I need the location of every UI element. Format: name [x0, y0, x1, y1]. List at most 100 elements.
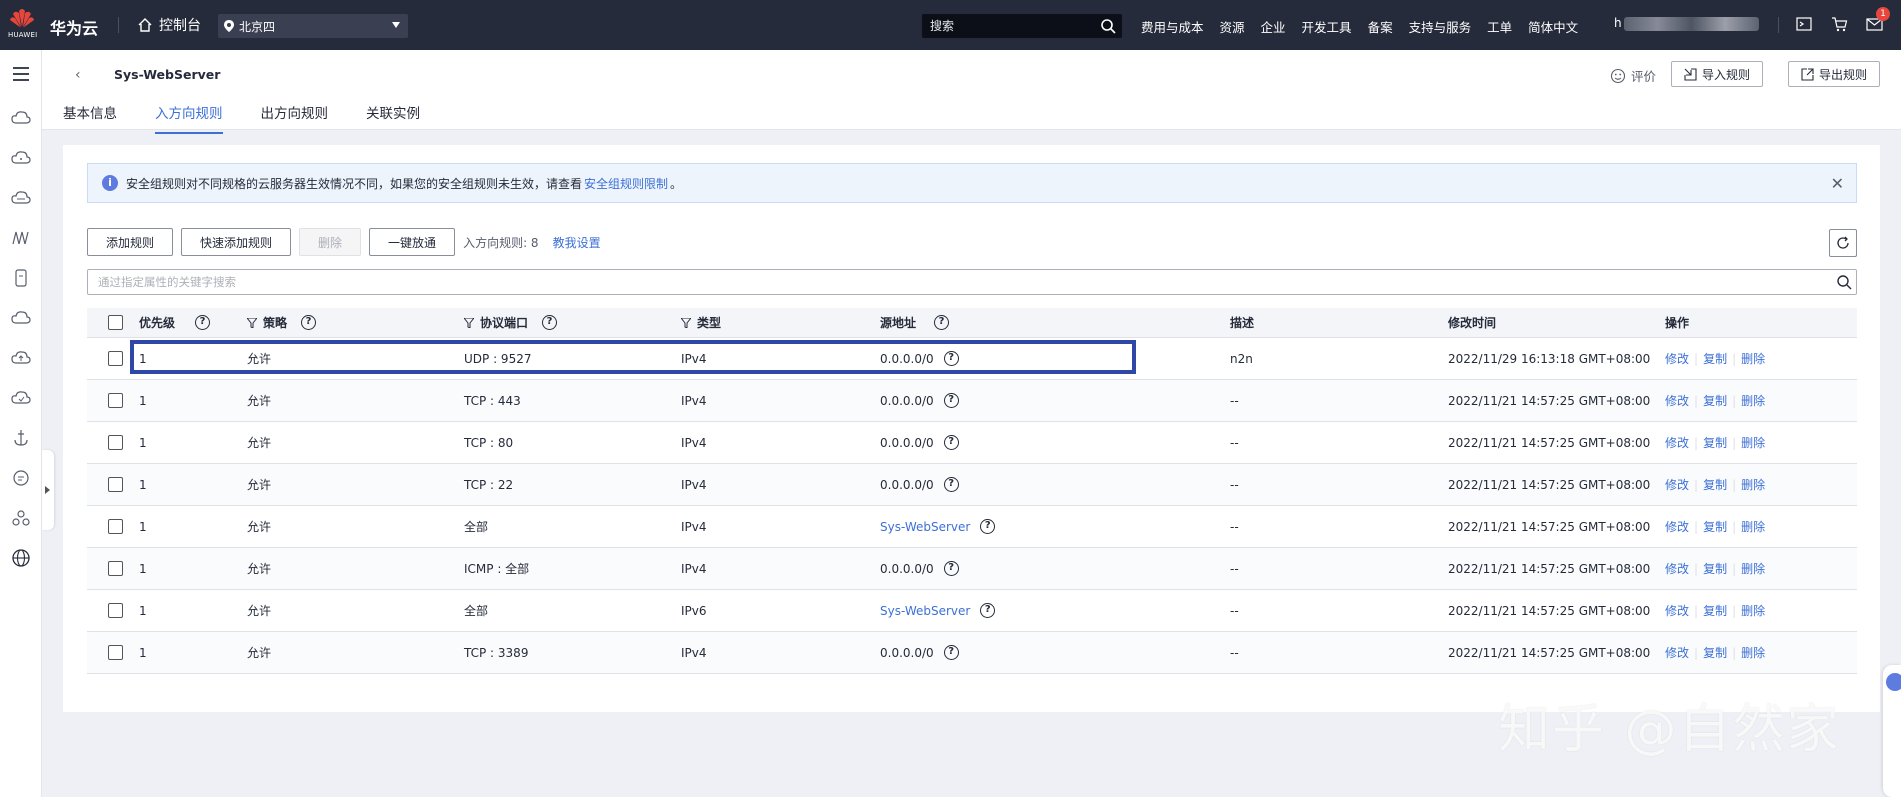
- sidebar-expand-toggle[interactable]: [42, 450, 54, 530]
- help-icon[interactable]: ?: [542, 315, 558, 330]
- filter-search-input[interactable]: 通过指定属性的关键字搜索: [87, 269, 1857, 295]
- tab-basic-info[interactable]: 基本信息: [63, 102, 117, 134]
- row-checkbox[interactable]: [108, 519, 123, 534]
- cart-icon[interactable]: [1831, 16, 1848, 32]
- add-rule-button[interactable]: 添加规则: [87, 228, 174, 256]
- anchor-icon[interactable]: [11, 428, 31, 448]
- nav-enterprise[interactable]: 企业: [1261, 17, 1286, 36]
- copy-link[interactable]: 复制: [1703, 602, 1727, 619]
- edit-link[interactable]: 修改: [1665, 602, 1689, 619]
- cloud-security-icon[interactable]: [11, 388, 31, 408]
- help-icon[interactable]: ?: [980, 603, 996, 618]
- chat-icon[interactable]: [11, 468, 31, 488]
- brand-name[interactable]: 华为云: [50, 15, 98, 39]
- cloud-compute-icon[interactable]: [11, 148, 31, 168]
- menu-icon[interactable]: [11, 64, 31, 84]
- search-icon[interactable]: [1100, 18, 1116, 34]
- help-icon[interactable]: ?: [195, 315, 211, 330]
- global-search-input[interactable]: 搜索: [922, 14, 1122, 38]
- edit-link[interactable]: 修改: [1665, 560, 1689, 577]
- delete-link[interactable]: 删除: [1741, 392, 1765, 409]
- row-checkbox[interactable]: [108, 603, 123, 618]
- globe-icon[interactable]: [11, 548, 31, 568]
- back-arrow-icon[interactable]: ‹: [75, 67, 81, 83]
- nav-filing[interactable]: 备案: [1368, 17, 1393, 36]
- rate-button[interactable]: 评价: [1610, 66, 1656, 85]
- notice-link[interactable]: 安全组规则限制: [584, 175, 668, 192]
- help-icon[interactable]: ?: [943, 561, 959, 576]
- help-icon[interactable]: ?: [943, 435, 959, 450]
- copy-link[interactable]: 复制: [1703, 518, 1727, 535]
- delete-button[interactable]: 删除: [299, 228, 362, 256]
- refresh-button[interactable]: [1829, 229, 1857, 257]
- export-rules-button[interactable]: 导出规则: [1788, 61, 1881, 87]
- copy-link[interactable]: 复制: [1703, 560, 1727, 577]
- help-link[interactable]: 教我设置: [553, 234, 601, 251]
- delete-link[interactable]: 删除: [1741, 350, 1765, 367]
- help-icon[interactable]: ?: [943, 477, 959, 492]
- delete-link[interactable]: 删除: [1741, 602, 1765, 619]
- copy-link[interactable]: 复制: [1703, 392, 1727, 409]
- nav-devtools[interactable]: 开发工具: [1302, 17, 1352, 36]
- user-initial[interactable]: h: [1614, 16, 1622, 30]
- tab-associated-instances[interactable]: 关联实例: [366, 102, 420, 134]
- cloud-storage-icon[interactable]: [11, 188, 31, 208]
- edit-link[interactable]: 修改: [1665, 476, 1689, 493]
- cluster-icon[interactable]: [11, 508, 31, 528]
- copy-link[interactable]: 复制: [1703, 434, 1727, 451]
- row-checkbox[interactable]: [108, 561, 123, 576]
- help-icon[interactable]: ?: [301, 315, 317, 330]
- edit-link[interactable]: 修改: [1665, 644, 1689, 661]
- tab-outbound-rules[interactable]: 出方向规则: [261, 102, 329, 134]
- row-checkbox[interactable]: [108, 435, 123, 450]
- console-link[interactable]: 控制台: [137, 15, 201, 35]
- cloud-server-icon[interactable]: [11, 108, 31, 128]
- copy-link[interactable]: 复制: [1703, 350, 1727, 367]
- row-checkbox[interactable]: [108, 645, 123, 660]
- quick-add-rule-button[interactable]: 快速添加规则: [181, 228, 292, 256]
- delete-link[interactable]: 删除: [1741, 476, 1765, 493]
- filter-icon[interactable]: [247, 317, 257, 328]
- assistant-icon[interactable]: [1886, 673, 1901, 691]
- edit-link[interactable]: 修改: [1665, 434, 1689, 451]
- delete-link[interactable]: 删除: [1741, 560, 1765, 577]
- nav-language[interactable]: 简体中文: [1528, 17, 1578, 36]
- edit-link[interactable]: 修改: [1665, 392, 1689, 409]
- edit-link[interactable]: 修改: [1665, 518, 1689, 535]
- nav-billing[interactable]: 费用与成本: [1141, 17, 1204, 36]
- help-icon[interactable]: ?: [943, 393, 959, 408]
- import-rules-button[interactable]: 导入规则: [1671, 61, 1764, 87]
- delete-link[interactable]: 删除: [1741, 518, 1765, 535]
- nav-support[interactable]: 支持与服务: [1409, 17, 1472, 36]
- region-selector[interactable]: 北京四: [218, 14, 408, 38]
- nav-resources[interactable]: 资源: [1220, 17, 1245, 36]
- help-icon[interactable]: ?: [943, 645, 959, 660]
- help-icon[interactable]: ?: [980, 519, 996, 534]
- cloud-icon[interactable]: [11, 308, 31, 328]
- row-checkbox[interactable]: [108, 351, 123, 366]
- allow-all-button[interactable]: 一键放通: [369, 228, 456, 256]
- filter-icon[interactable]: [681, 317, 691, 328]
- cell-source[interactable]: Sys-WebServer: [880, 604, 970, 618]
- terminal-icon[interactable]: [1796, 16, 1812, 32]
- copy-link[interactable]: 复制: [1703, 644, 1727, 661]
- delete-link[interactable]: 删除: [1741, 434, 1765, 451]
- cell-source[interactable]: Sys-WebServer: [880, 520, 970, 534]
- huawei-logo[interactable]: HUAWEI: [8, 7, 37, 43]
- copy-link[interactable]: 复制: [1703, 476, 1727, 493]
- network-icon[interactable]: [11, 228, 31, 248]
- row-checkbox[interactable]: [108, 477, 123, 492]
- cloud-upload-icon[interactable]: [11, 348, 31, 368]
- floating-toolbar[interactable]: [1883, 665, 1901, 797]
- search-icon[interactable]: [1836, 274, 1852, 290]
- filter-icon[interactable]: [464, 317, 474, 328]
- tab-inbound-rules[interactable]: 入方向规则: [155, 102, 223, 134]
- row-checkbox[interactable]: [108, 393, 123, 408]
- database-icon[interactable]: [11, 268, 31, 288]
- edit-link[interactable]: 修改: [1665, 350, 1689, 367]
- nav-tickets[interactable]: 工单: [1487, 17, 1512, 36]
- help-icon[interactable]: ?: [934, 315, 950, 330]
- select-all-checkbox[interactable]: [108, 315, 123, 330]
- user-name-blurred[interactable]: [1624, 17, 1759, 31]
- delete-link[interactable]: 删除: [1741, 644, 1765, 661]
